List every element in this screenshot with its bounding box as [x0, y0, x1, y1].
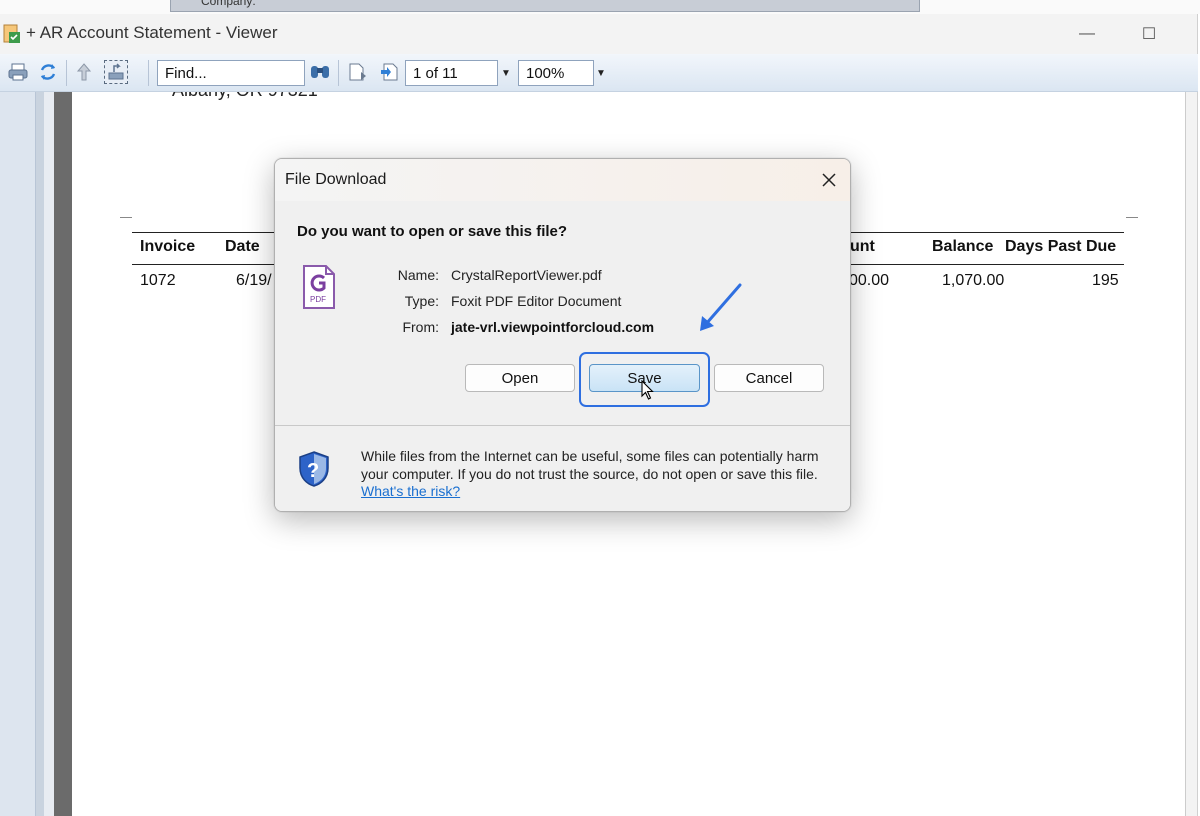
- dialog-footer: ? While files from the Internet can be u…: [275, 426, 850, 511]
- app-icon: [3, 24, 20, 43]
- left-panel: [0, 92, 36, 816]
- name-label: Name:: [397, 267, 439, 283]
- cell-days-past-due: 195: [1092, 272, 1119, 289]
- pdf-file-icon: PDF: [303, 265, 335, 309]
- toolbar: Find... 1 of 11 ▼ 100% ▼: [0, 54, 1198, 92]
- cancel-button[interactable]: Cancel: [714, 364, 824, 392]
- from-label: From:: [402, 319, 439, 335]
- next-page-icon[interactable]: [377, 60, 401, 84]
- maximize-icon: ☐: [1141, 26, 1157, 43]
- header-date: Date: [225, 238, 260, 255]
- close-icon: [822, 173, 836, 187]
- minimize-button[interactable]: —: [1064, 20, 1110, 48]
- left-splitter[interactable]: [36, 92, 44, 816]
- header-amount: unt: [850, 238, 875, 255]
- page-border: [54, 92, 72, 816]
- svg-text:PDF: PDF: [310, 295, 326, 304]
- svg-text:?: ?: [307, 460, 319, 482]
- type-value: Foxit PDF Editor Document: [451, 293, 622, 309]
- window-title: + AR Account Statement - Viewer: [26, 23, 278, 42]
- minimize-icon: —: [1079, 25, 1095, 42]
- refresh-icon[interactable]: [36, 60, 60, 84]
- up-icon[interactable]: [72, 60, 96, 84]
- background-panel: Company:: [170, 0, 920, 12]
- left-gutter: [44, 92, 54, 816]
- left-dash: [120, 217, 132, 218]
- annotation-arrow-icon: [700, 283, 742, 331]
- background-label: Company:: [201, 0, 256, 8]
- print-icon[interactable]: [6, 60, 30, 84]
- right-dash: [1126, 217, 1138, 218]
- page-dropdown-icon[interactable]: ▼: [498, 60, 514, 86]
- report-address: Albany, OR 97321: [172, 92, 318, 101]
- header-days-past-due: Days Past Due: [1005, 238, 1117, 255]
- dialog-question: Do you want to open or save this file?: [297, 223, 568, 240]
- maximize-button[interactable]: ☐: [1126, 20, 1172, 48]
- find-input[interactable]: Find...: [157, 60, 305, 86]
- header-balance: Balance: [932, 238, 994, 255]
- page-number-field[interactable]: 1 of 11: [405, 60, 498, 86]
- from-value: jate-vrl.viewpointforcloud.com: [451, 319, 655, 335]
- name-value: CrystalReportViewer.pdf: [451, 267, 602, 283]
- title-bar: + AR Account Statement - Viewer — ☐: [0, 14, 1197, 54]
- open-button[interactable]: Open: [465, 364, 575, 392]
- security-shield-icon: ?: [299, 451, 329, 487]
- prev-page-icon[interactable]: [346, 60, 370, 84]
- security-warning-text: While files from the Internet can be use…: [361, 448, 819, 482]
- cell-invoice: 1072: [140, 272, 176, 289]
- export-icon[interactable]: [104, 60, 128, 84]
- binoculars-icon[interactable]: [308, 60, 332, 84]
- dialog-title-bar: File Download: [275, 159, 850, 201]
- dialog-close-button[interactable]: [815, 167, 843, 193]
- file-download-dialog: File Download Do you want to open or sav…: [274, 158, 851, 512]
- header-invoice: Invoice: [140, 238, 196, 255]
- dialog-title: File Download: [285, 171, 387, 188]
- type-label: Type:: [404, 293, 439, 309]
- cell-amount: 00.00: [849, 272, 890, 289]
- cell-date: 6/19/: [236, 272, 272, 289]
- cell-balance: 1,070.00: [942, 272, 1005, 289]
- zoom-dropdown-icon[interactable]: ▼: [593, 60, 609, 86]
- whats-the-risk-link[interactable]: What's the risk?: [361, 483, 460, 499]
- mouse-cursor-icon: [641, 380, 654, 400]
- background-window: Company:: [0, 0, 1200, 14]
- zoom-field[interactable]: 100%: [518, 60, 594, 86]
